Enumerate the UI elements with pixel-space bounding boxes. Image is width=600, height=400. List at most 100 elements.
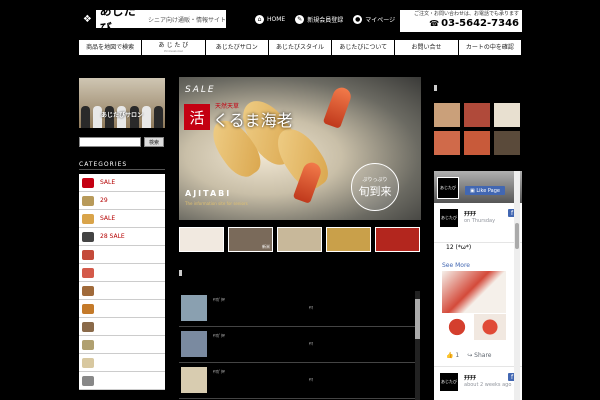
search-button[interactable]: 検索 [144, 137, 164, 147]
product-row[interactable]: ﾔﾏｶﾞﾀﾔ ﾔﾏ [179, 327, 420, 363]
search-input[interactable] [79, 137, 141, 147]
phone-number[interactable]: ☎ 03-5642-7346 [400, 18, 519, 30]
logo-name: あじたび [99, 4, 136, 35]
fb-like-action[interactable]: 👍 1 [446, 352, 459, 359]
mainnav-label: あじたびについて [339, 44, 388, 51]
top-nav: ⌂ HOME ✎ 新規会員登録 ● マイページ [255, 12, 395, 26]
category-item[interactable] [79, 246, 165, 264]
category-label: SALE [100, 179, 116, 186]
fb-post-photo[interactable] [442, 271, 506, 313]
category-thumbnail [82, 357, 94, 368]
fb-page-logo: あじたび [437, 177, 459, 199]
product-scrollbar[interactable] [415, 291, 420, 400]
product-name[interactable]: ﾔﾏｶﾞﾀﾔ [213, 369, 225, 375]
banner-thumbnail[interactable] [277, 227, 322, 252]
product-image-tile[interactable] [434, 131, 460, 155]
product-thumbnail[interactable] [181, 331, 207, 357]
mainnav-label: カートの中を確認 [465, 44, 514, 51]
site-header: ❖ あじたび シニア向け通販・情報サイト ⌂ HOME ✎ 新規会員登録 ● マ… [0, 0, 600, 38]
fb-like-count: 1 [455, 352, 460, 359]
mainnav-salon[interactable]: あじたびサロン [205, 40, 268, 55]
site-logo[interactable]: ❖ あじたび シニア向け通販・情報サイト [79, 4, 226, 35]
fb-avatar[interactable]: あじたび [440, 373, 458, 391]
category-item[interactable]: SALE [79, 174, 165, 192]
person-figure [80, 106, 90, 128]
fb-page-name[interactable]: ﾁﾁﾁﾁ [464, 373, 476, 382]
category-item[interactable] [79, 264, 165, 282]
banner-thumbnail[interactable] [326, 227, 371, 252]
category-item[interactable] [79, 336, 165, 354]
fb-post-photo[interactable] [442, 314, 472, 340]
product-image-tile[interactable] [464, 103, 490, 127]
product-description: ﾔﾏ [309, 377, 313, 382]
category-label: 29 [100, 197, 108, 204]
fb-see-more-link[interactable]: See More [442, 262, 470, 269]
hero-banner[interactable]: SALE 活 天然天草 くるま海老 ぷりっぷり 旬到来 AJITABI The … [179, 77, 421, 220]
fb-cover[interactable]: あじたび ▣ Like Page [434, 171, 522, 203]
fb-like-button[interactable]: ▣ Like Page [465, 186, 505, 195]
search-form: 検索 [79, 137, 164, 147]
facebook-widget: あじたび ▣ Like Page あじたび ﾁﾁﾁﾁ on Thursday f… [434, 171, 522, 400]
fb-post-header: あじたび ﾁﾁﾁﾁ about 2 weeks ago f [434, 366, 522, 400]
product-thumbnail[interactable] [181, 295, 207, 321]
product-name[interactable]: ﾔﾏｶﾞﾀﾔ [213, 297, 225, 303]
product-list: ﾔﾏｶﾞﾀﾔ ﾔﾏ ﾔﾏｶﾞﾀﾔ ﾔﾏ ﾔﾏｶﾞﾀﾔ ﾔﾏ [179, 291, 420, 400]
banner-thumbnail[interactable] [179, 227, 224, 252]
fb-post-time[interactable]: about 2 weeks ago [464, 382, 511, 388]
category-item[interactable] [79, 318, 165, 336]
product-scroll-thumb[interactable] [415, 299, 420, 339]
person-figure [142, 106, 152, 128]
product-image-tile[interactable] [434, 103, 460, 127]
product-name[interactable]: ﾔﾏｶﾞﾀﾔ [213, 333, 225, 339]
mainnav-sub: Professional [164, 49, 183, 53]
category-item[interactable]: 29 [79, 192, 165, 210]
mainnav-about[interactable]: あじたびについて [332, 40, 395, 55]
salon-staff-photo[interactable]: あじたびサロン [79, 78, 165, 128]
fb-share-action[interactable]: ↪ Share [467, 352, 491, 359]
topnav-mypage[interactable]: ● マイページ [353, 14, 395, 24]
product-image-tile[interactable] [494, 103, 520, 127]
mainnav-label: あじたびスタイル [275, 44, 324, 51]
fb-post-time[interactable]: on Thursday [464, 218, 495, 224]
fb-scroll-thumb[interactable] [515, 223, 519, 249]
mainnav-label: あじたびサロン [215, 44, 258, 51]
category-label: SALE [100, 215, 116, 222]
product-row[interactable]: ﾔﾏｶﾞﾀﾔ ﾔﾏ [179, 363, 420, 399]
product-image-tile[interactable] [464, 131, 490, 155]
category-item[interactable] [79, 372, 165, 390]
hero-season-circle: ぷりっぷり 旬到来 [351, 163, 399, 211]
product-thumbnail[interactable] [181, 367, 207, 393]
mainnav-ajitabi[interactable]: あ じ た び Professional [142, 40, 205, 55]
mainnav-cart[interactable]: カートの中を確認 [458, 40, 521, 55]
mainnav-contact[interactable]: お問い合せ [395, 40, 458, 55]
banner-thumbnail[interactable] [375, 227, 420, 252]
fb-post-actions: 👍 1 ↪ Share [446, 352, 491, 359]
banner-thumbnails: 新米 [179, 227, 420, 252]
category-item[interactable] [79, 282, 165, 300]
home-icon: ⌂ [255, 14, 264, 24]
topnav-register-label: 新規会員登録 [307, 16, 344, 24]
fb-scrollbar[interactable] [514, 171, 520, 400]
mainnav-style[interactable]: あじたびスタイル [268, 40, 332, 55]
category-item[interactable]: 28 SALE [79, 228, 165, 246]
category-item[interactable]: SALE [79, 210, 165, 228]
mainnav-label: 商品を地図で検索 [86, 44, 135, 51]
logo-mark-icon: ❖ [79, 10, 96, 28]
mainnav-map-search[interactable]: 商品を地図で検索 [79, 40, 142, 55]
hero-sale-text: SALE [185, 85, 216, 95]
categories-heading: CATEGORIES [79, 161, 165, 170]
topnav-home[interactable]: ⌂ HOME [255, 14, 285, 24]
category-item[interactable] [79, 300, 165, 318]
fb-avatar[interactable]: あじたび [440, 209, 458, 227]
category-item[interactable] [79, 354, 165, 372]
product-image-tile[interactable] [494, 131, 520, 155]
topnav-register[interactable]: ✎ 新規会員登録 [295, 14, 344, 24]
main-nav: 商品を地図で検索 あ じ た び Professional あじたびサロン あじた… [79, 40, 521, 55]
product-row[interactable]: ﾔﾏｶﾞﾀﾔ ﾔﾏ [179, 291, 420, 327]
fb-post-photo[interactable] [474, 314, 506, 340]
fb-page-name[interactable]: ﾁﾁﾁﾁ [464, 209, 476, 218]
mainnav-label: あ じ た び [158, 42, 189, 49]
category-thumbnail [82, 213, 94, 224]
banner-thumbnail[interactable]: 新米 [228, 227, 273, 252]
product-description: ﾔﾏ [309, 341, 313, 346]
